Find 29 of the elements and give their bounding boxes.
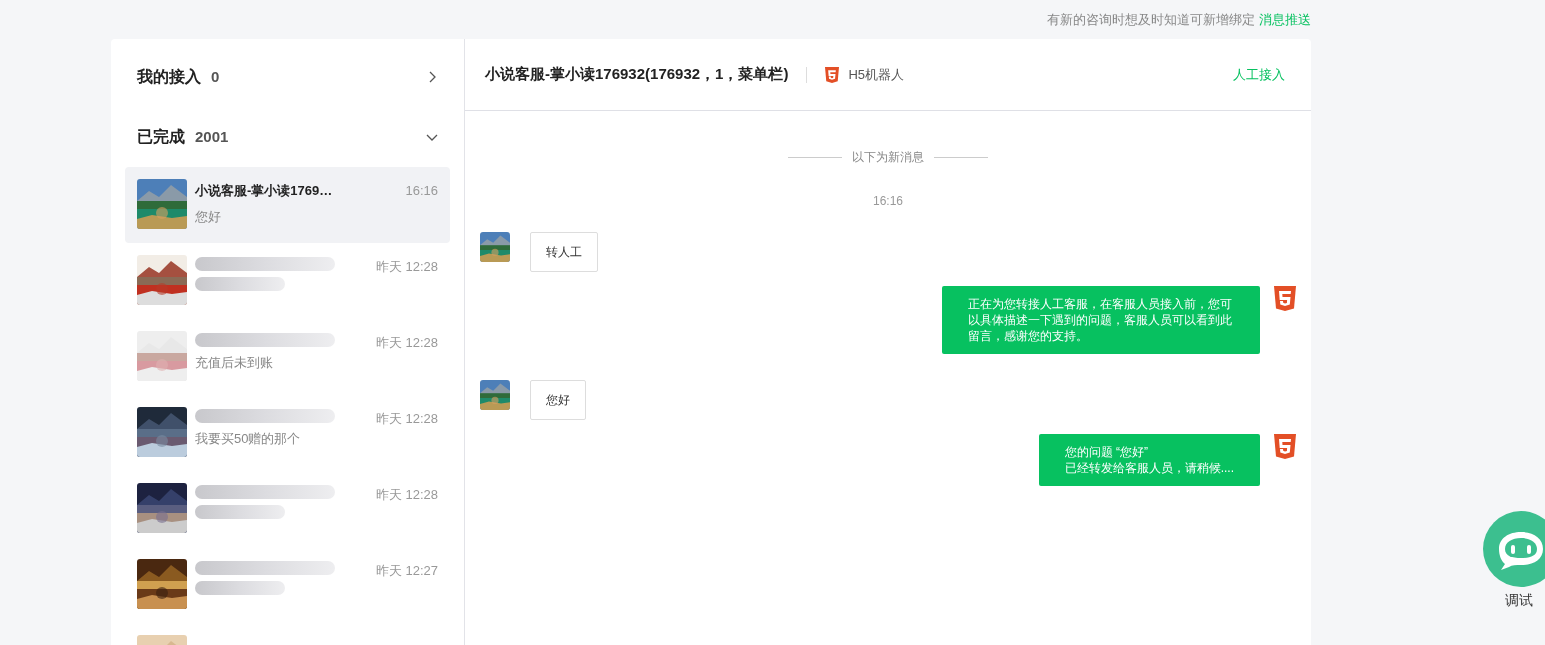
conversation-time: 昨天 12:28 xyxy=(375,486,438,504)
conversation-time: 昨天 12:28 xyxy=(375,410,438,428)
message-bubble: 正在为您转接人工客服，在客服人员接入前，您可以具体描述一下遇到的问题，客服人员可以看到此留言，感谢您的支持。 xyxy=(942,286,1260,354)
message-bubble: 您的问题 “您好” 已经转发给客服人员，请稍候.... xyxy=(1038,434,1260,486)
section-header[interactable]: 我的接入 0 xyxy=(111,47,464,107)
section-header[interactable]: 已完成 2001 xyxy=(111,107,464,167)
message-preview: 您好 xyxy=(195,207,222,226)
push-link[interactable]: 消息推送 xyxy=(1259,12,1311,27)
html5-icon xyxy=(825,66,840,83)
html5-icon xyxy=(1274,286,1296,311)
message-preview: 我要买50赠的那个 xyxy=(195,430,302,448)
conversation-time: 昨天 12:28 xyxy=(375,258,438,276)
message-preview: 充值后未到账 xyxy=(195,354,274,372)
message-bubble: 您好 xyxy=(530,380,586,420)
chat-title: 小说客服-掌小读176932(176932，1，菜单栏) xyxy=(485,64,789,85)
conversation-time: 昨天 12:27 xyxy=(375,562,438,580)
message-bubble: 转人工 xyxy=(530,232,598,272)
conversation-time: 昨天 12:28 xyxy=(375,334,438,352)
message-time: 16:16 xyxy=(873,193,903,210)
debug-label[interactable]: 调试 xyxy=(1505,590,1533,611)
notice-text: 有新的咨询时想及时知道可新增绑定 消息推送 xyxy=(1047,11,1311,29)
channel-label: H5机器人 xyxy=(848,65,905,84)
manual-takeover-link[interactable]: 人工接入 xyxy=(1233,64,1285,85)
html5-icon xyxy=(1274,434,1296,459)
conversation-time: 16:16 xyxy=(405,182,438,200)
conversation-name: 小说客服-掌小读1769… xyxy=(195,182,334,200)
conversation-item[interactable]: 小说客服-掌小读1769… 您好 16:16 xyxy=(125,167,450,243)
robot-chat-icon[interactable] xyxy=(1483,511,1545,587)
new-messages-divider: 以下为新消息 xyxy=(852,149,924,166)
